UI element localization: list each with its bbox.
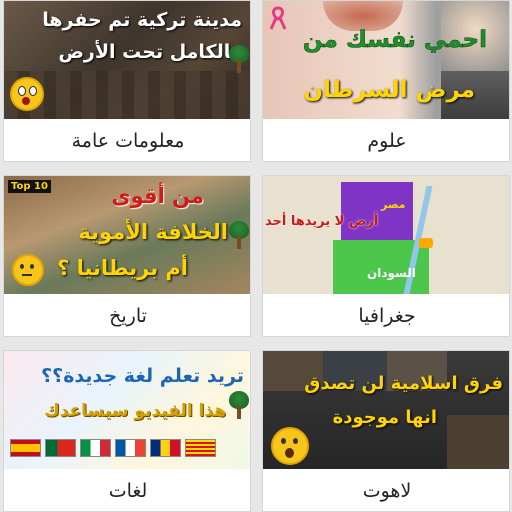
category-card-history[interactable]: Top 10 من أقوى الخلافة الأموية أم بريطان… bbox=[3, 175, 251, 337]
category-label-general-info: معلومات عامة bbox=[71, 130, 185, 152]
science-headline-2: مرض السرطان bbox=[303, 77, 475, 103]
italy-flag-icon bbox=[80, 439, 111, 457]
map-label-sudan: السودان bbox=[367, 266, 416, 280]
thinking-emoji-icon bbox=[12, 254, 44, 286]
category-card-science[interactable]: احمي نفسك من مرض السرطان علوم bbox=[262, 0, 510, 162]
romania-flag-icon bbox=[150, 439, 181, 457]
category-label-geography: جغرافيا bbox=[358, 305, 416, 327]
languages-headline-1: تريد تعلم لغة جديدة؟؟ bbox=[41, 365, 244, 387]
general-info-thumbnail: مدينة تركية تم حفرها بالكامل تحت الأرض bbox=[4, 1, 250, 119]
spain-flag-icon bbox=[10, 439, 41, 457]
theology-headline-1: فرق اسلامية لن تصدق bbox=[304, 373, 503, 394]
category-label-science: علوم bbox=[367, 130, 407, 152]
top10-badge: Top 10 bbox=[8, 180, 51, 193]
category-card-geography[interactable]: مصر أرض لا يريدها أحد السودان جغرافيا bbox=[262, 175, 510, 337]
theology-headline-2: انها موجودة bbox=[332, 407, 437, 428]
category-card-languages[interactable]: تريد تعلم لغة جديدة؟؟ هذا الفيديو سيساعد… bbox=[3, 350, 251, 512]
surprised-emoji-icon bbox=[271, 427, 309, 465]
science-thumbnail: احمي نفسك من مرض السرطان bbox=[263, 1, 509, 119]
tree-icon bbox=[228, 390, 250, 420]
theology-thumbnail: فرق اسلامية لن تصدق انها موجودة bbox=[263, 351, 509, 469]
map-egypt-region bbox=[341, 182, 413, 240]
map-label-egypt: مصر bbox=[381, 198, 406, 211]
map-label-no-mans-land: أرض لا يريدها أحد bbox=[265, 214, 379, 229]
category-card-theology[interactable]: فرق اسلامية لن تصدق انها موجودة لاهوت bbox=[262, 350, 510, 512]
category-card-general-info[interactable]: مدينة تركية تم حفرها بالكامل تحت الأرض م… bbox=[3, 0, 251, 162]
portugal-flag-icon bbox=[45, 439, 76, 457]
languages-thumbnail: تريد تعلم لغة جديدة؟؟ هذا الفيديو سيساعد… bbox=[4, 351, 250, 469]
general-info-headline-2: بالكامل تحت الأرض bbox=[58, 41, 238, 63]
history-headline-2: الخلافة الأموية bbox=[78, 220, 228, 244]
ribbon-icon bbox=[267, 5, 289, 31]
geography-thumbnail: مصر أرض لا يريدها أحد السودان bbox=[263, 176, 509, 294]
category-label-languages: لغات bbox=[108, 480, 148, 502]
tree-icon bbox=[228, 220, 250, 250]
france-flag-icon bbox=[115, 439, 146, 457]
general-info-headline-1: مدينة تركية تم حفرها bbox=[42, 9, 242, 31]
category-label-theology: لاهوت bbox=[362, 480, 412, 502]
surprised-emoji-icon bbox=[10, 77, 44, 111]
science-headline-1: احمي نفسك من bbox=[302, 27, 488, 54]
history-headline-1: من أقوى bbox=[111, 184, 204, 208]
tree-icon bbox=[228, 44, 250, 74]
catalonia-flag-icon bbox=[185, 439, 216, 457]
history-headline-3: أم بريطانيا ؟ bbox=[57, 256, 188, 280]
history-thumbnail: Top 10 من أقوى الخلافة الأموية أم بريطان… bbox=[4, 176, 250, 294]
languages-headline-2: هذا الفيديو سيساعدك bbox=[44, 401, 226, 421]
category-label-history: تاريخ bbox=[109, 305, 147, 327]
